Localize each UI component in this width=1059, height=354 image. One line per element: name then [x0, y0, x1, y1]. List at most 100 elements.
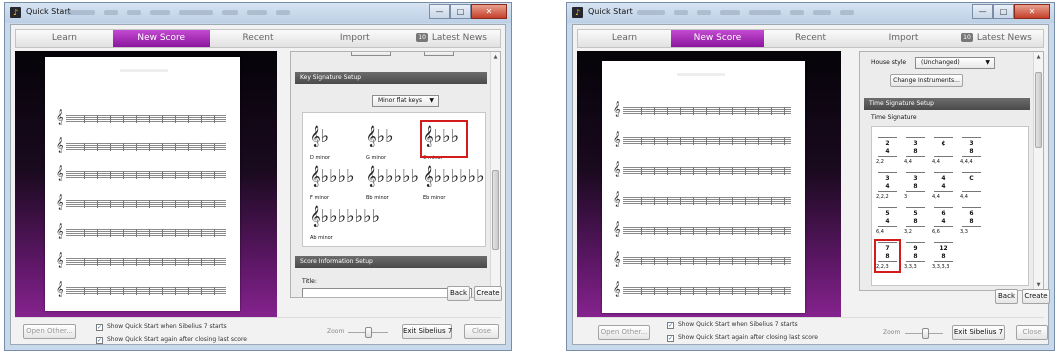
- staff-system: 𝄞: [56, 224, 226, 240]
- grouping-label: 3,2: [904, 229, 912, 235]
- setup-panel-content: House style (Unchanged) ▼ Change Instrume…: [860, 52, 1033, 290]
- time-option[interactable]: 5 8 3,2: [904, 207, 928, 237]
- staff-system: 𝄞: [613, 192, 791, 208]
- close-button[interactable]: Close: [464, 324, 499, 339]
- close-window-button[interactable]: ✕: [1014, 4, 1050, 19]
- tab-latest-news-label: Latest News: [431, 33, 487, 43]
- staff-system: 𝄞: [613, 282, 791, 298]
- key-option-d-minor[interactable]: 𝄞♭ D minor: [310, 126, 358, 164]
- grouping-label: 2,2,2: [876, 194, 889, 200]
- open-other-button[interactable]: Open Other...: [23, 324, 76, 339]
- scroll-up-icon[interactable]: ▲: [1034, 52, 1043, 62]
- key-option-bb-minor[interactable]: 𝄞♭♭♭♭♭ Bb minor: [366, 166, 419, 204]
- quick-start-content: Learn New Score Recent Import 10 Latest N…: [10, 24, 506, 345]
- key-option-f-minor[interactable]: 𝄞♭♭♭♭ F minor: [310, 166, 358, 204]
- create-button[interactable]: Create: [1022, 289, 1050, 304]
- title-bar[interactable]: ♪ Quick Start — □ ✕: [567, 3, 1054, 23]
- checkbox-label: Show Quick Start when Sibelius 7 starts: [107, 323, 227, 330]
- checkmark-icon: ✓: [667, 335, 674, 342]
- treble-clef-icon: 𝄞: [613, 252, 623, 268]
- key-type-dropdown[interactable]: Minor flat keys ▼: [372, 95, 439, 107]
- create-button[interactable]: Create: [474, 286, 502, 301]
- tab-import[interactable]: Import: [857, 30, 950, 47]
- time-option[interactable]: 5 4 6,4: [876, 207, 900, 237]
- tab-latest-news-label: Latest News: [976, 33, 1032, 43]
- show-on-start-checkbox[interactable]: ✓ Show Quick Start when Sibelius 7 starts: [96, 322, 227, 332]
- time-option[interactable]: 2 4 2,2: [876, 137, 900, 167]
- time-option[interactable]: 6 4 6,6: [932, 207, 956, 237]
- staff-system: 𝄞: [613, 162, 791, 178]
- grouping-label: 4,4: [932, 194, 940, 200]
- tab-latest-news[interactable]: 10 Latest News: [950, 30, 1043, 47]
- minimize-button[interactable]: —: [429, 4, 450, 19]
- key-option-ab-minor[interactable]: 𝄞♭♭♭♭♭♭♭ Ab minor: [310, 206, 380, 244]
- open-other-button[interactable]: Open Other...: [598, 325, 650, 340]
- time-option[interactable]: 6 8 3,3: [960, 207, 984, 237]
- tab-recent[interactable]: Recent: [764, 30, 857, 47]
- close-window-button[interactable]: ✕: [471, 4, 507, 19]
- minimize-button[interactable]: —: [972, 4, 993, 19]
- treble-clef-icon: 𝄞: [310, 126, 321, 147]
- panel-scrollbar[interactable]: ▲ ▼: [490, 52, 500, 297]
- scroll-thumb[interactable]: [1035, 72, 1042, 148]
- selected-key-highlight: [420, 120, 468, 158]
- exit-sibelius-button[interactable]: Exit Sibelius 7: [952, 325, 1005, 340]
- treble-clef-icon: 𝄞: [366, 126, 377, 147]
- zoom-slider-thumb[interactable]: [922, 328, 929, 339]
- key-label: Ab minor: [310, 235, 333, 241]
- treble-clef-icon: 𝄞: [56, 110, 66, 126]
- staff-system: 𝄞: [56, 138, 226, 154]
- time-option[interactable]: 3 8 4,4: [904, 137, 928, 167]
- tab-recent[interactable]: Recent: [210, 30, 307, 47]
- show-after-close-checkbox[interactable]: ✓ Show Quick Start again after closing la…: [96, 335, 247, 345]
- house-style-dropdown[interactable]: (Unchanged) ▼: [915, 57, 995, 69]
- time-option[interactable]: 9 8 3,3,3: [904, 242, 928, 272]
- close-button[interactable]: Close: [1016, 325, 1048, 340]
- title-bar[interactable]: ♪ Quick Start — □ ✕: [5, 3, 511, 23]
- tab-import[interactable]: Import: [306, 30, 403, 47]
- time-option[interactable]: 383: [904, 172, 928, 202]
- grouping-label: 4,4: [960, 194, 968, 200]
- window-title: Quick Start: [26, 7, 71, 16]
- key-option-eb-minor[interactable]: 𝄞♭♭♭♭♭♭ Eb minor: [423, 166, 485, 204]
- show-after-close-checkbox[interactable]: ✓ Show Quick Start again after closing la…: [667, 333, 818, 343]
- zoom-slider-thumb[interactable]: [365, 327, 372, 338]
- partial-field[interactable]: [424, 52, 454, 56]
- staff-system: 𝄞: [56, 110, 226, 126]
- tab-bar: Learn New Score Recent Import 10 Latest N…: [577, 29, 1044, 48]
- window-title: Quick Start: [588, 7, 633, 16]
- time-option[interactable]: C 4,4: [960, 172, 984, 202]
- tab-learn[interactable]: Learn: [16, 30, 113, 47]
- tab-latest-news[interactable]: 10 Latest News: [403, 30, 500, 47]
- treble-clef-icon: 𝄞: [613, 102, 623, 118]
- show-on-start-checkbox[interactable]: ✓ Show Quick Start when Sibelius 7 starts: [667, 320, 798, 330]
- time-option[interactable]: 12 8 3,3,3,3: [932, 242, 956, 272]
- scroll-thumb[interactable]: [492, 170, 499, 250]
- score-preview: 𝄞 𝄞 𝄞 𝄞 𝄞 𝄞 𝄞: [15, 51, 277, 318]
- back-button[interactable]: Back: [995, 289, 1018, 304]
- panel-scrollbar[interactable]: ▲ ▼: [1033, 52, 1043, 290]
- house-style-label: House style: [871, 59, 907, 66]
- zoom-label: Zoom: [883, 329, 901, 336]
- key-option-g-minor[interactable]: 𝄞♭♭ G minor: [366, 126, 414, 164]
- tab-new-score[interactable]: New Score: [671, 30, 764, 47]
- tab-learn[interactable]: Learn: [578, 30, 671, 47]
- flat-accidentals: ♭♭♭♭♭♭♭: [320, 206, 381, 227]
- change-instruments-button[interactable]: Change Instruments...: [890, 74, 963, 87]
- time-option[interactable]: 3 4 2,2,2: [876, 172, 900, 202]
- treble-clef-icon: 𝄞: [613, 192, 623, 208]
- time-option[interactable]: 4 4 4,4: [932, 172, 956, 202]
- maximize-button[interactable]: □: [993, 4, 1014, 19]
- flat-accidentals: ♭♭♭♭♭: [376, 166, 420, 187]
- quick-start-content: Learn New Score Recent Import 10 Latest N…: [572, 24, 1050, 345]
- tab-new-score[interactable]: New Score: [112, 30, 210, 47]
- house-style-value: (Unchanged): [921, 59, 960, 66]
- exit-sibelius-button[interactable]: Exit Sibelius 7: [402, 324, 452, 339]
- back-button[interactable]: Back: [447, 286, 470, 301]
- partial-field[interactable]: [351, 52, 391, 56]
- time-option[interactable]: 3 8 4,4,4: [960, 137, 984, 167]
- scroll-up-icon[interactable]: ▲: [491, 52, 500, 62]
- maximize-button[interactable]: □: [450, 4, 471, 19]
- bottom-divider: [15, 317, 501, 318]
- time-option[interactable]: ¢ 4,4: [932, 137, 956, 167]
